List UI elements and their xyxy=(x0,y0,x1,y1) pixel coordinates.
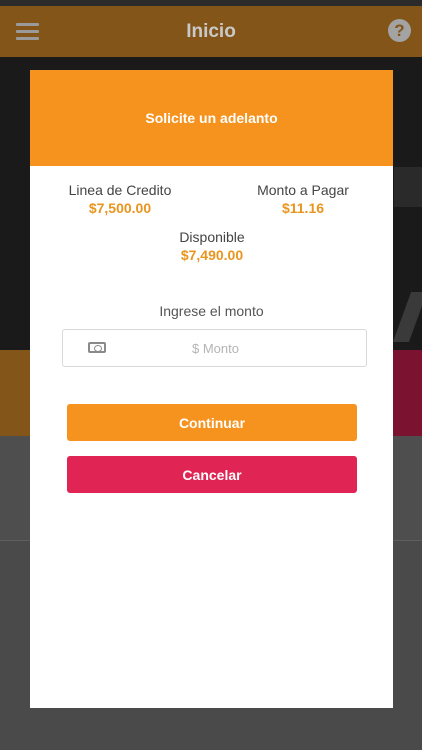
amount-due-label: Monto a Pagar xyxy=(257,182,349,198)
amount-input[interactable] xyxy=(113,330,318,366)
background-slash xyxy=(392,292,422,342)
dialog-title: Solicite un adelanto xyxy=(145,110,278,126)
amount-prompt: Ingrese el monto xyxy=(159,303,264,319)
background-stripe xyxy=(394,167,422,207)
advance-request-dialog: Solicite un adelanto Linea de Credito $7… xyxy=(30,70,393,708)
app-header: Inicio ? xyxy=(0,6,422,57)
cancel-button[interactable]: Cancelar xyxy=(67,456,357,493)
screen: Inicio ? Solicite un adelanto Linea de C… xyxy=(0,0,422,750)
available-info: Disponible $7,490.00 xyxy=(142,229,282,263)
amount-field[interactable] xyxy=(62,329,367,367)
header-title: Inicio xyxy=(186,20,236,42)
available-value: $7,490.00 xyxy=(180,247,244,263)
dialog-header: Solicite un adelanto xyxy=(30,70,393,166)
credit-line-value: $7,500.00 xyxy=(88,200,152,216)
money-icon xyxy=(88,342,106,353)
credit-line-info: Linea de Credito $7,500.00 xyxy=(48,182,192,216)
amount-due-value: $11.16 xyxy=(281,200,325,216)
continue-button[interactable]: Continuar xyxy=(67,404,357,441)
amount-due-info: Monto a Pagar $11.16 xyxy=(238,182,368,216)
hamburger-menu-icon[interactable] xyxy=(16,23,39,41)
help-icon[interactable]: ? xyxy=(388,19,411,42)
available-label: Disponible xyxy=(179,229,245,245)
credit-line-label: Linea de Credito xyxy=(68,182,172,198)
help-glyph: ? xyxy=(394,20,405,40)
